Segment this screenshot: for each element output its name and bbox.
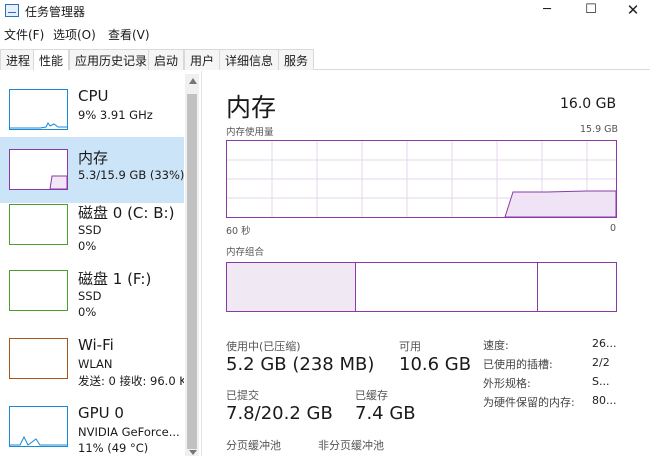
gpu-0-thumbnail: [9, 406, 68, 447]
committed-value: 7.8/20.2 GB: [226, 403, 333, 424]
cached-label: 已缓存: [355, 389, 388, 402]
menu-options[interactable]: 选项(O): [53, 26, 96, 43]
composition-in-use: [227, 263, 356, 311]
wifi-thumbnail: [9, 338, 68, 379]
chart-axis-start: 60 秒: [226, 226, 251, 237]
resource-title: 磁盘 0 (C: B:): [78, 204, 175, 222]
resource-usage: 0%: [78, 239, 97, 253]
resource-detail: 9% 3.91 GHz: [78, 108, 153, 122]
resource-detail: SSD: [78, 223, 102, 237]
in-use-value: 5.2 GB (238 MB): [226, 354, 375, 375]
available-value: 10.6 GB: [399, 354, 472, 375]
resource-item-cpu[interactable]: CPU 9% 3.91 GHz: [0, 71, 184, 137]
nonpaged-pool-label: 非分页缓冲池: [318, 439, 384, 452]
window-title: 任务管理器: [25, 5, 86, 19]
disk-1-thumbnail: [9, 270, 68, 311]
resource-title: 内存: [78, 149, 109, 167]
menu-file[interactable]: 文件(F): [4, 26, 44, 43]
form-factor-value: S...: [592, 375, 610, 388]
scrollbar-thumb[interactable]: [187, 94, 197, 449]
page-title: 内存: [226, 93, 277, 122]
maximize-button[interactable]: ☐: [568, 0, 614, 22]
close-button[interactable]: ✕: [610, 0, 650, 22]
scroll-up-arrow-icon[interactable]: [189, 78, 197, 84]
memory-mini-graph: [49, 175, 68, 190]
tab-startup[interactable]: 启动: [148, 49, 185, 70]
memory-total: 16.0 GB: [560, 96, 617, 112]
resource-title: Wi-Fi: [78, 336, 114, 354]
resource-detail: 5.3/15.9 GB (33%): [78, 168, 185, 182]
resource-title: CPU: [78, 87, 109, 105]
paged-pool-label: 分页缓冲池: [226, 439, 281, 452]
resource-item-wifi[interactable]: Wi-Fi WLAN 发送: 0 接收: 96.0 K: [0, 320, 184, 386]
resource-item-disk-0[interactable]: 磁盘 0 (C: B:) SSD 0%: [0, 186, 184, 253]
in-use-label: 使用中(已压缩): [226, 340, 301, 353]
resource-detail: NVIDIA GeForce...: [78, 425, 180, 439]
tab-performance[interactable]: 性能: [33, 49, 70, 71]
slots-label: 已使用的插槽:: [483, 358, 553, 371]
scroll-down-arrow-icon[interactable]: [189, 450, 197, 455]
composition-modified: [357, 263, 538, 311]
resource-title: 磁盘 1 (F:): [78, 270, 152, 288]
memory-usage-graph: [227, 141, 617, 218]
tab-services[interactable]: 服务: [278, 49, 315, 70]
cpu-thumbnail: [9, 89, 68, 130]
menu-bar: 文件(F) 选项(O) 查看(V): [0, 24, 650, 44]
tab-users[interactable]: 用户: [184, 49, 221, 70]
gpu-mini-graph: [10, 435, 67, 446]
cpu-mini-graph: [10, 122, 67, 129]
hardware-reserved-value: 80...: [592, 394, 617, 407]
memory-composition-label: 内存组合: [226, 247, 265, 258]
slots-value: 2/2: [592, 356, 610, 369]
resource-title: GPU 0: [78, 404, 124, 422]
title-bar: 任务管理器 ─ ☐ ✕: [0, 0, 650, 22]
tab-processes[interactable]: 进程: [0, 49, 37, 70]
memory-usage-chart: [226, 140, 617, 218]
minimize-button[interactable]: ─: [524, 0, 570, 22]
memory-composition-bar: [226, 262, 617, 312]
resource-item-gpu-0[interactable]: GPU 0 NVIDIA GeForce... 11% (49 °C): [0, 388, 184, 456]
disk-0-thumbnail: [9, 204, 68, 245]
available-label: 可用: [399, 340, 421, 353]
resource-detail: WLAN: [78, 357, 113, 371]
resource-detail: SSD: [78, 289, 102, 303]
resource-usage: 11% (49 °C): [78, 441, 149, 455]
resource-item-disk-1[interactable]: 磁盘 1 (F:) SSD 0%: [0, 252, 184, 319]
hardware-reserved-label: 为硬件保留的内存:: [483, 396, 575, 409]
tab-bar: 进程 性能 应用历史记录 启动 用户 详细信息 服务: [0, 46, 650, 71]
chart-axis-end: 0: [610, 223, 617, 234]
composition-free: [539, 263, 616, 311]
form-factor-label: 外形规格:: [483, 377, 531, 390]
task-manager-icon: [5, 4, 19, 17]
memory-usage-max: 15.9 GB: [580, 124, 619, 135]
committed-label: 已提交: [226, 389, 259, 402]
resource-usage: 0%: [78, 305, 97, 319]
memory-usage-label: 内存使用量: [226, 127, 274, 138]
tab-details[interactable]: 详细信息: [219, 49, 280, 70]
menu-view[interactable]: 查看(V): [108, 26, 150, 43]
cached-value: 7.4 GB: [355, 403, 416, 424]
memory-thumbnail: [9, 149, 68, 190]
speed-label: 速度:: [483, 339, 509, 352]
tab-app-history[interactable]: 应用历史记录: [69, 49, 154, 70]
speed-value: 26...: [592, 337, 617, 350]
resource-throughput: 发送: 0 接收: 96.0 K: [78, 374, 184, 386]
